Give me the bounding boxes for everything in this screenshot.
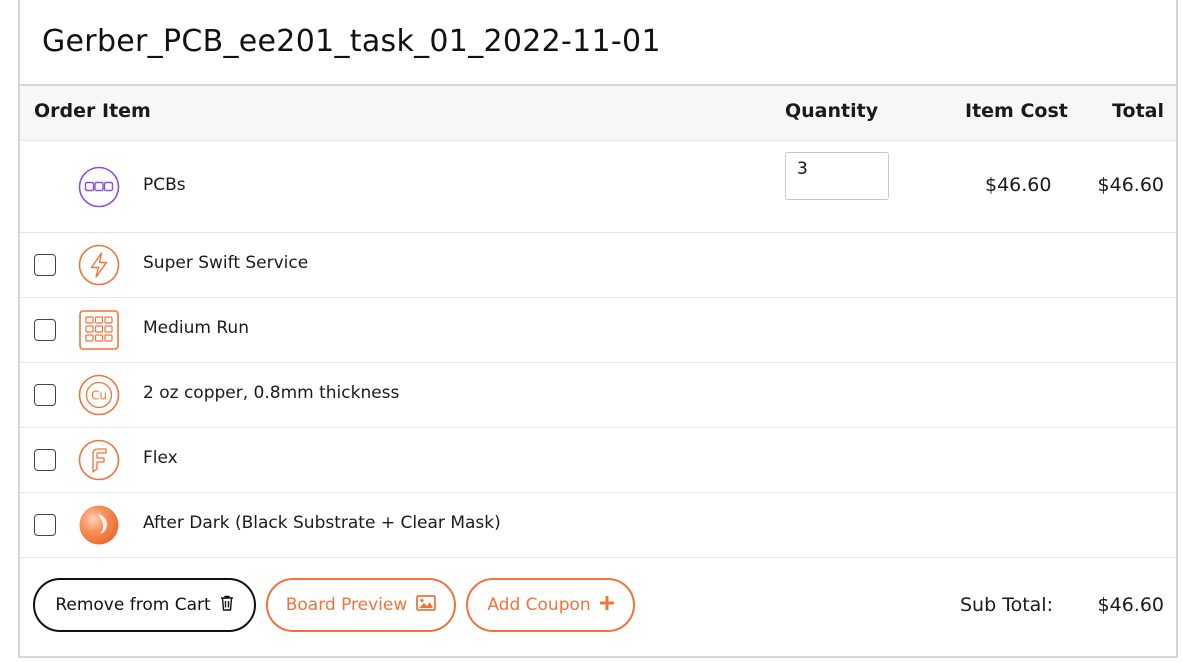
subtotal-value: $46.60 [1097,594,1164,616]
header-total: Total [1112,100,1164,122]
lightning-icon [78,244,120,286]
item-total-value: $46.60 [1097,174,1164,196]
item-cost-value: $46.60 [985,174,1052,196]
quantity-input[interactable] [785,152,889,200]
option-row-after-dark: After Dark (Black Substrate + Clear Mask… [20,493,1176,558]
board-preview-button[interactable]: Board Preview [266,578,456,632]
cart-card: Gerber_PCB_ee201_task_01_2022-11-01 Orde… [18,0,1178,658]
flex-icon [78,439,120,481]
option-row-medium-run: Medium Run [20,298,1176,363]
header-order-item: Order Item [34,100,151,122]
order-title: Gerber_PCB_ee201_task_01_2022-11-01 [20,0,1176,86]
header-item-cost: Item Cost [965,100,1068,122]
option-label: Flex [143,448,178,468]
board-preview-label: Board Preview [285,595,408,615]
header-quantity: Quantity [785,100,879,122]
copper-cu-icon: Cu [78,374,120,416]
option-label: Medium Run [143,318,249,338]
plus-icon [599,595,615,615]
option-checkbox[interactable] [34,254,56,276]
option-row-super-swift: Super Swift Service [20,233,1176,298]
option-checkbox[interactable] [34,319,56,341]
add-coupon-button[interactable]: Add Coupon [466,578,635,632]
after-dark-icon [78,504,120,546]
table-header: Order Item Quantity Item Cost Total [20,86,1176,141]
item-label-pcbs: PCBs [143,175,186,195]
option-label: 2 oz copper, 0.8mm thickness [143,383,400,403]
table-row-pcbs: PCBs $46.60 $46.60 [20,141,1176,233]
panel-grid-icon [78,309,120,351]
image-icon [416,594,437,616]
remove-from-cart-button[interactable]: Remove from Cart [33,578,256,632]
pcb-board-icon [78,166,120,208]
option-label: Super Swift Service [143,253,309,273]
cart-footer: Remove from Cart Board Preview Add Coupo… [20,558,1176,654]
option-checkbox[interactable] [34,449,56,471]
option-row-flex: Flex [20,428,1176,493]
option-checkbox[interactable] [34,514,56,536]
option-row-copper: Cu 2 oz copper, 0.8mm thickness [20,363,1176,428]
trash-icon [220,595,234,616]
option-checkbox[interactable] [34,384,56,406]
subtotal-label: Sub Total: [960,594,1053,616]
svg-text:Cu: Cu [91,389,107,403]
add-coupon-label: Add Coupon [487,595,591,615]
option-label: After Dark (Black Substrate + Clear Mask… [143,513,501,533]
remove-from-cart-label: Remove from Cart [55,595,211,615]
